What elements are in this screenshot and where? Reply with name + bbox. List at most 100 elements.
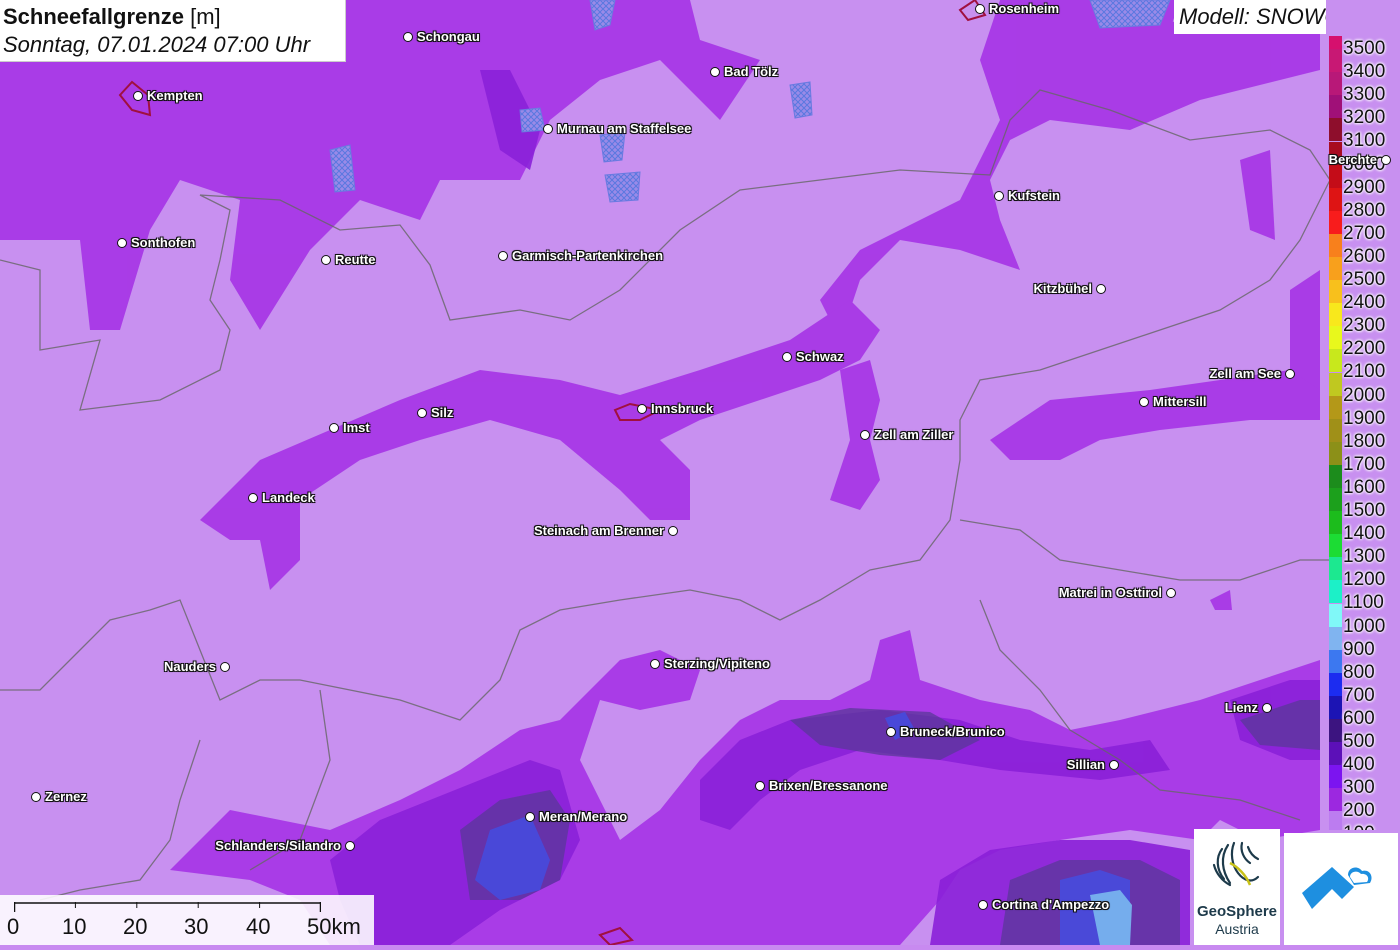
city-label: Reutte: [335, 252, 376, 267]
city-dot-icon: [1166, 588, 1176, 598]
city-label: Innsbruck: [651, 401, 714, 416]
city-dot-icon: [345, 841, 355, 851]
legend-item: 2700: [1327, 210, 1400, 243]
city-label: Rosenheim: [989, 1, 1060, 16]
city-label: Sterzing/Vipiteno: [664, 656, 770, 671]
legend-item: 1600: [1327, 464, 1400, 497]
legend-item: 1100: [1327, 580, 1400, 612]
geosphere-logo-subtext: Austria: [1215, 921, 1259, 937]
legend-item: 2300: [1327, 303, 1400, 335]
legend-item: 800: [1327, 649, 1400, 682]
city-label: Bruneck/Brunico: [900, 724, 1005, 739]
legend-swatch: [1329, 257, 1342, 280]
city-label: Brixen/Bressanone: [769, 778, 888, 793]
legend-item: 500: [1327, 719, 1400, 751]
legend-item: 1700: [1327, 441, 1400, 474]
legend-swatch: [1329, 811, 1342, 830]
city-label: Sonthofen: [131, 235, 196, 250]
legend-item: 3500: [1327, 36, 1400, 58]
legend-item: 1800: [1327, 418, 1400, 451]
legend-swatch: [1329, 418, 1342, 442]
city-label: Matrei in Osttirol: [1058, 585, 1162, 600]
city-label: Landeck: [262, 490, 315, 505]
legend-item: 1000: [1327, 603, 1400, 636]
city-dot-icon: [543, 124, 553, 134]
legend-item: 3200: [1327, 95, 1400, 127]
legend-swatch: [1329, 557, 1342, 581]
city-label: Zell am See: [1209, 366, 1281, 381]
city-label: Kufstein: [1008, 188, 1060, 203]
geosphere-emblem-icon: [1212, 841, 1260, 887]
legend-swatch: [1329, 210, 1342, 234]
city-label: Schongau: [417, 29, 480, 44]
map-title-unit: [m]: [190, 4, 221, 29]
city-dot-icon: [637, 404, 647, 414]
scale-bar: 0 10 20 30 40 50km: [0, 895, 374, 945]
scale-label-10: 10: [62, 914, 87, 939]
city-dot-icon: [860, 430, 870, 440]
legend-swatch: [1329, 672, 1342, 696]
cloud-mountain-icon: [1302, 867, 1372, 909]
city-label: Bad Tölz: [724, 64, 779, 79]
city-dot-icon: [133, 91, 143, 101]
legend-item: 2500: [1327, 257, 1400, 289]
city-dot-icon: [321, 255, 331, 265]
legend-swatch: [1329, 118, 1342, 142]
scale-label-50km: 50km: [307, 914, 361, 939]
city-dot-icon: [668, 526, 678, 536]
city-dot-icon: [1096, 284, 1106, 294]
legend-swatch: [1329, 303, 1342, 327]
city-dot-icon: [755, 781, 765, 791]
map-title: Schneefallgrenze [m]: [3, 3, 345, 31]
legend-item: 1900: [1327, 395, 1400, 428]
city-label: Steinach am Brenner: [533, 523, 664, 538]
city-dot-icon: [220, 662, 230, 672]
legend-item: 3100: [1327, 118, 1400, 150]
scale-label-40: 40: [246, 914, 271, 939]
legend-swatch: [1329, 719, 1342, 742]
city-dot-icon: [248, 493, 258, 503]
map-subtitle: Sonntag, 07.01.2024 07:00 Uhr: [3, 32, 311, 57]
legend-item: 400: [1327, 742, 1400, 774]
legend-swatch: [1329, 372, 1342, 396]
city-label: Kitzbühel: [1033, 281, 1093, 296]
legend-swatch: [1329, 72, 1342, 96]
city-dot-icon: [403, 32, 413, 42]
legend-item: 2600: [1327, 233, 1400, 266]
city-label: Kempten: [147, 88, 203, 103]
legend-item: 1200: [1327, 557, 1400, 589]
legend-item: 1500: [1327, 488, 1400, 520]
legend-item: 2100: [1327, 349, 1400, 381]
scale-label-0: 0: [7, 914, 20, 939]
legend-swatch: [1329, 603, 1342, 627]
legend-item: 700: [1327, 672, 1400, 705]
city-label: Schlanders/Silandro: [215, 838, 341, 853]
city-dot-icon: [782, 352, 792, 362]
legend-item: 200: [1327, 788, 1400, 820]
city-dot-icon: [994, 191, 1004, 201]
model-label: Modell: SNOWGRID: [1174, 0, 1326, 34]
city-dot-icon: [1285, 369, 1295, 379]
city-label: Cortina d'Ampezzo: [992, 897, 1110, 912]
legend-swatch: [1329, 464, 1342, 488]
legend-swatch: [1329, 580, 1342, 604]
legend-item: 2200: [1327, 326, 1400, 358]
legend-item: 2000: [1327, 372, 1400, 405]
city-dot-icon: [525, 812, 535, 822]
legend-swatch: [1329, 534, 1342, 558]
city-label: Zernez: [45, 789, 87, 804]
legend-item: 1400: [1327, 511, 1400, 543]
city-dot-icon: [975, 4, 985, 14]
map-title-bold: Schneefallgrenze: [3, 4, 184, 29]
city-dot-icon: [1139, 397, 1149, 407]
city-label: Nauders: [163, 659, 216, 674]
city-label: Berchte: [1328, 152, 1377, 167]
city-dot-icon: [978, 900, 988, 910]
legend-swatch: [1329, 511, 1342, 535]
city-dot-icon: [498, 251, 508, 261]
city-dot-icon: [1109, 760, 1119, 770]
legend-swatch: [1329, 649, 1342, 673]
legend-swatch: [1329, 49, 1342, 73]
city-dot-icon: [117, 238, 127, 248]
city-dot-icon: [31, 792, 41, 802]
